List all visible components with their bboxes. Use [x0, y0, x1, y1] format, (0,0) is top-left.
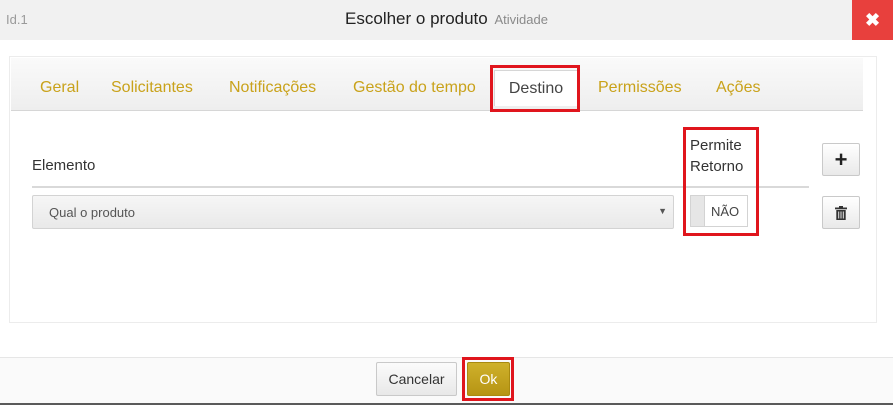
title-text: Escolher o produto: [345, 9, 488, 28]
tab-gestao-do-tempo[interactable]: Gestão do tempo: [353, 70, 476, 106]
tab-acoes[interactable]: Ações: [716, 70, 760, 106]
title-bar: Id.1 Escolher o produto Atividade ✖: [0, 0, 893, 40]
close-icon: ✖: [864, 9, 881, 30]
chevron-down-icon: ▼: [658, 206, 667, 216]
dialog: Id.1 Escolher o produto Atividade ✖ Gera…: [0, 0, 893, 405]
allow-return-label-line1: Permite: [690, 137, 742, 154]
allow-return-toggle[interactable]: NÃO: [690, 195, 748, 227]
column-header-element: Elemento: [32, 157, 96, 174]
tab-notificacoes[interactable]: Notificações: [229, 70, 316, 106]
toggle-knob: [691, 196, 705, 226]
allow-return-label-line2: Retorno: [690, 158, 744, 175]
tab-permissoes[interactable]: Permissões: [598, 70, 682, 106]
tab-panel: Geral Solicitantes Notificações Gestão d…: [9, 56, 877, 323]
dialog-title: Escolher o produto Atividade: [0, 9, 893, 29]
tab-destino[interactable]: Destino: [494, 70, 578, 106]
plus-icon: +: [834, 146, 848, 172]
element-select-value: Qual o produto: [49, 205, 136, 220]
tab-solicitantes[interactable]: Solicitantes: [111, 70, 193, 106]
title-subtitle: Atividade: [494, 12, 548, 27]
delete-row-button[interactable]: [822, 196, 860, 229]
tab-geral[interactable]: Geral: [40, 70, 79, 106]
header-divider: [32, 186, 809, 188]
element-select[interactable]: Qual o produto ▼: [32, 195, 674, 229]
column-header-allow-return: Permite Retorno: [690, 135, 743, 177]
trash-icon: [835, 205, 847, 220]
ok-button[interactable]: Ok: [467, 362, 510, 396]
add-row-button[interactable]: +: [822, 143, 860, 176]
toggle-label: NÃO: [711, 204, 740, 219]
close-button[interactable]: ✖: [852, 0, 893, 40]
tab-bar: Geral Solicitantes Notificações Gestão d…: [11, 58, 863, 111]
cancel-button[interactable]: Cancelar: [376, 362, 457, 396]
